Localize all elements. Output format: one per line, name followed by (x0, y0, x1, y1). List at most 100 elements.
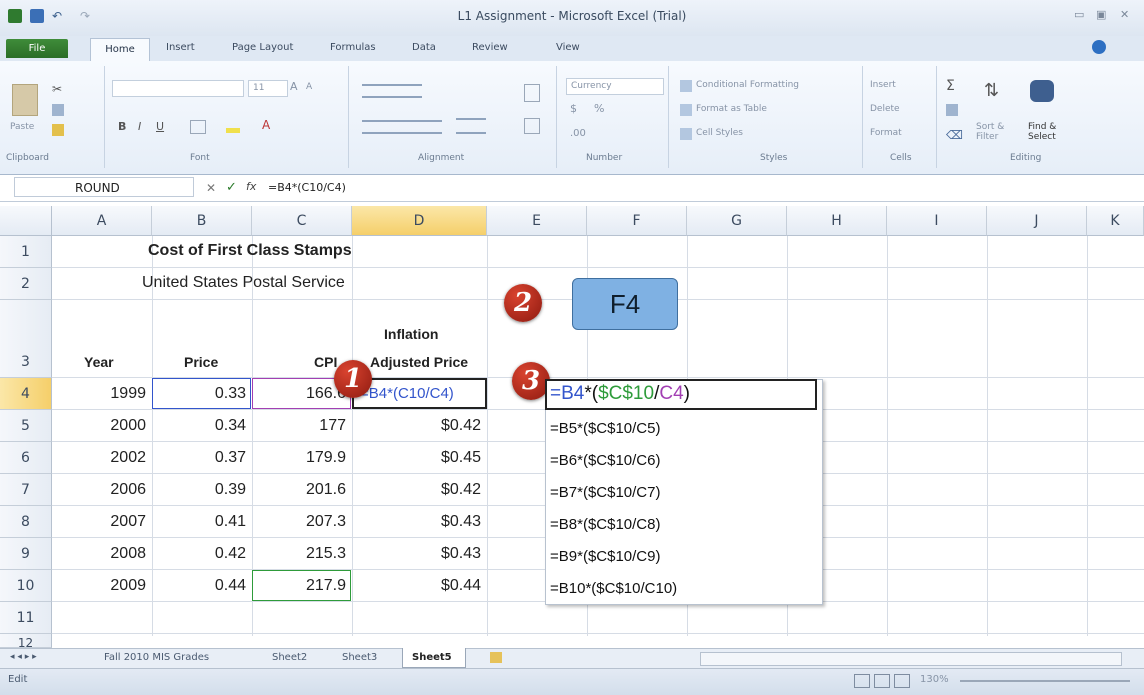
sheet-title[interactable]: Cost of First Class Stamps (148, 242, 352, 260)
cell-a6[interactable]: 2002 (52, 449, 146, 467)
header-adjusted-price[interactable]: Adjusted Price (370, 354, 468, 370)
borders-icon[interactable] (190, 120, 206, 134)
header-year[interactable]: Year (84, 354, 114, 370)
align-top-icon[interactable] (362, 84, 422, 98)
percent-button[interactable]: % (594, 102, 604, 115)
clear-icon[interactable]: ⌫ (946, 128, 963, 142)
row-header-10[interactable]: 10 (0, 570, 52, 602)
wrap-text-icon[interactable] (524, 84, 540, 102)
cell-b6[interactable]: 0.37 (152, 449, 246, 467)
minimize-icon[interactable]: ▭ (1074, 8, 1084, 21)
cell-b5[interactable]: 0.34 (152, 417, 246, 435)
page-layout-view-icon[interactable] (874, 674, 890, 688)
cancel-icon[interactable]: ✕ (206, 181, 216, 195)
formula-input[interactable]: =B4*(C10/C4) (268, 181, 346, 194)
fill-icon[interactable] (946, 104, 958, 116)
zoom-level[interactable]: 130% (920, 674, 949, 685)
sheet-tab-sheet2[interactable]: Sheet2 (272, 652, 307, 663)
autosum-icon[interactable]: Σ (946, 78, 955, 94)
cell-c6[interactable]: 179.9 (252, 449, 346, 467)
cell-a5[interactable]: 2000 (52, 417, 146, 435)
cell-d4-formula[interactable]: =B4*(C10/C4) (360, 385, 454, 402)
row-header-9[interactable]: 9 (0, 538, 52, 570)
sort-filter-icon[interactable]: ⇅ (984, 80, 999, 101)
select-all-corner[interactable] (0, 206, 52, 236)
insert-sheet-icon[interactable] (490, 652, 502, 663)
underline-button[interactable]: U (156, 120, 164, 133)
shrink-font-icon[interactable]: A (306, 82, 312, 92)
column-header-d[interactable]: D (352, 206, 487, 236)
format-cells-button[interactable]: Format (870, 128, 902, 138)
cell-c5[interactable]: 177 (252, 417, 346, 435)
cell-styles-icon[interactable] (680, 128, 692, 140)
column-header-f[interactable]: F (587, 206, 687, 236)
format-table-icon[interactable] (680, 104, 692, 116)
bold-button[interactable]: B (118, 120, 126, 133)
row-header-3[interactable]: 3 (0, 300, 52, 378)
cell-b8[interactable]: 0.41 (152, 513, 246, 531)
cell-a7[interactable]: 2006 (52, 481, 146, 499)
excel-app-icon[interactable] (8, 9, 22, 23)
header-price[interactable]: Price (184, 354, 218, 370)
decimal-icon[interactable]: .00 (570, 128, 586, 139)
row-header-11[interactable]: 11 (0, 602, 52, 634)
tab-page-layout[interactable]: Page Layout (232, 42, 293, 53)
cell-c8[interactable]: 207.3 (252, 513, 346, 531)
insert-cells-button[interactable]: Insert (870, 80, 896, 90)
binoculars-icon[interactable] (1030, 80, 1054, 102)
redo-icon[interactable]: ↷ (80, 9, 98, 23)
font-color-icon[interactable]: A (262, 118, 270, 132)
delete-cells-button[interactable]: Delete (870, 104, 900, 114)
help-icon[interactable] (1092, 40, 1106, 54)
italic-button[interactable]: I (138, 120, 141, 133)
sheet-tab-grades[interactable]: Fall 2010 MIS Grades (104, 652, 209, 663)
sheet-tab-sheet5[interactable]: Sheet5 (412, 652, 452, 663)
sheet-subtitle[interactable]: United States Postal Service (142, 274, 345, 292)
sheet-nav-arrows[interactable]: ◂ ◂ ▸ ▸ (10, 652, 37, 662)
cell-a9[interactable]: 2008 (52, 545, 146, 563)
cell-d5[interactable]: $0.42 (352, 417, 481, 435)
save-icon[interactable] (30, 9, 44, 23)
zoom-slider[interactable] (960, 680, 1130, 682)
cell-c4[interactable]: 166.6 (252, 385, 346, 403)
insert-function-button[interactable]: fx (246, 180, 256, 193)
grow-font-icon[interactable]: A (290, 80, 298, 93)
tab-review[interactable]: Review (472, 42, 508, 53)
cell-b4[interactable]: 0.33 (152, 385, 246, 403)
cell-a8[interactable]: 2007 (52, 513, 146, 531)
row-header-12[interactable]: 12 (0, 634, 52, 648)
font-size-dropdown[interactable]: 11 (248, 80, 288, 97)
conditional-formatting-button[interactable]: Conditional Formatting (696, 80, 799, 90)
tab-home[interactable]: Home (90, 38, 150, 63)
cell-b9[interactable]: 0.42 (152, 545, 246, 563)
cell-b10[interactable]: 0.44 (152, 577, 246, 595)
normal-view-icon[interactable] (854, 674, 870, 688)
row-header-1[interactable]: 1 (0, 236, 52, 268)
format-as-table-button[interactable]: Format as Table (696, 104, 767, 114)
column-header-c[interactable]: C (252, 206, 352, 236)
cell-d8[interactable]: $0.43 (352, 513, 481, 531)
header-inflation[interactable]: Inflation (384, 326, 438, 342)
cell-d9[interactable]: $0.43 (352, 545, 481, 563)
column-header-e[interactable]: E (487, 206, 587, 236)
tab-insert[interactable]: Insert (166, 42, 195, 53)
font-name-dropdown[interactable] (112, 80, 244, 97)
cell-b7[interactable]: 0.39 (152, 481, 246, 499)
cell-styles-button[interactable]: Cell Styles (696, 128, 743, 138)
cell-d6[interactable]: $0.45 (352, 449, 481, 467)
copy-icon[interactable] (52, 104, 64, 116)
cut-icon[interactable]: ✂ (52, 82, 62, 96)
restore-icon[interactable]: ▣ (1096, 8, 1106, 21)
sheet-tab-sheet3[interactable]: Sheet3 (342, 652, 377, 663)
indent-icon[interactable] (456, 118, 486, 134)
close-icon[interactable]: ✕ (1120, 8, 1129, 21)
cell-a10[interactable]: 2009 (52, 577, 146, 595)
tab-file[interactable]: File (6, 39, 68, 58)
number-format-dropdown[interactable]: Currency (566, 78, 664, 95)
enter-icon[interactable]: ✓ (226, 180, 237, 195)
cell-a4[interactable]: 1999 (52, 385, 146, 403)
cell-c10[interactable]: 217.9 (252, 577, 346, 595)
column-header-g[interactable]: G (687, 206, 787, 236)
row-header-5[interactable]: 5 (0, 410, 52, 442)
merge-center-icon[interactable] (524, 118, 540, 134)
